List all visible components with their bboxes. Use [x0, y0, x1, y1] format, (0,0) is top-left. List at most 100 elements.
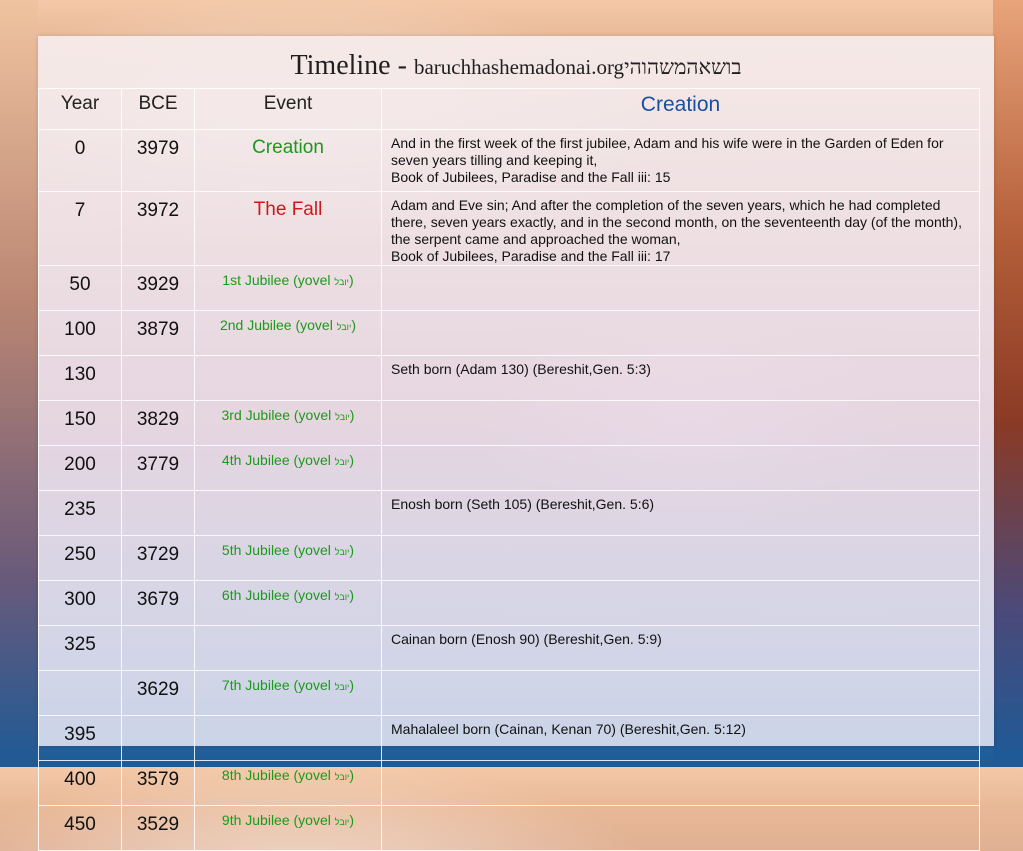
title-site: baruchhashemadonai.org: [413, 55, 625, 79]
title-hebrew: בושאהמשהוהי: [624, 55, 742, 79]
table-row: 325 Cainan born (Enosh 90) (Bereshit,Gen.…: [38, 625, 980, 671]
cell-note: [381, 445, 980, 491]
cell-event: Creation: [194, 129, 382, 192]
table-row: 3629 7th Jubilee (yovel יובל): [38, 670, 980, 716]
cell-event: 3rd Jubilee (yovel יובל): [194, 400, 382, 446]
cell-bce: 3879: [121, 310, 195, 356]
table-row: 400 3579 8th Jubilee (yovel יובל): [38, 760, 980, 806]
event-label: 1st Jubilee (yovel: [222, 272, 335, 288]
cell-year: 250: [38, 535, 122, 581]
cell-year: 130: [38, 355, 122, 401]
cell-year: 50: [38, 265, 122, 311]
event-label: 7th Jubilee (yovel: [221, 677, 335, 693]
cell-bce: [121, 355, 195, 401]
cell-note: Seth born (Adam 130) (Bereshit,Gen. 5:3): [381, 355, 980, 401]
event-close: ): [351, 317, 357, 333]
event-close: ): [349, 407, 355, 423]
event-hebrew: יובל: [334, 547, 350, 557]
event-hebrew: יובל: [334, 457, 350, 467]
cell-year: 150: [38, 400, 122, 446]
table-row: 150 3829 3rd Jubilee (yovel יובל): [38, 400, 980, 446]
event-close: ): [349, 767, 355, 783]
cell-note: Enosh born (Seth 105) (Bereshit,Gen. 5:6…: [381, 490, 980, 536]
slide-title: Timeline - baruchhashemadonai.orgבושאהמש…: [38, 50, 994, 82]
cell-year: 7: [38, 191, 122, 266]
header-bce: BCE: [121, 88, 195, 130]
cell-year: 100: [38, 310, 122, 356]
timeline-table: Year BCE Event Creation 0 3979 Creation And…: [38, 88, 980, 851]
cell-bce: 3972: [121, 191, 195, 266]
table-row: 450 3529 9th Jubilee (yovel יובל): [38, 805, 980, 851]
cell-bce: 3629: [121, 670, 195, 716]
cell-year: 300: [38, 580, 122, 626]
header-creation: Creation: [381, 88, 980, 130]
cell-bce: [121, 490, 195, 536]
cell-note: [381, 535, 980, 581]
cell-note: Adam and Eve sin; And after the completi…: [381, 191, 980, 266]
cell-note: Mahalaleel born (Cainan, Kenan 70) (Bere…: [381, 715, 980, 761]
cell-year: 400: [38, 760, 122, 806]
cell-year: 450: [38, 805, 122, 851]
cell-year: 235: [38, 490, 122, 536]
cell-bce: 3979: [121, 129, 195, 192]
cell-note: [381, 805, 980, 851]
cell-bce: 3829: [121, 400, 195, 446]
cell-note: And in the first week of the first jubil…: [381, 129, 980, 192]
cell-bce: [121, 715, 195, 761]
cell-year: 0: [38, 129, 122, 192]
cell-bce: 3529: [121, 805, 195, 851]
cell-event: The Fall: [194, 191, 382, 266]
event-close: ): [349, 452, 355, 468]
cell-event: 4th Jubilee (yovel יובל): [194, 445, 382, 491]
cell-year: 200: [38, 445, 122, 491]
event-hebrew: יובל: [334, 772, 350, 782]
cell-event: 2nd Jubilee (yovel יובל): [194, 310, 382, 356]
event-close: ): [349, 812, 355, 828]
event-label: 9th Jubilee (yovel: [221, 812, 335, 828]
cell-event: [194, 490, 382, 536]
event-close: ): [349, 272, 354, 288]
cell-bce: 3779: [121, 445, 195, 491]
event-hebrew: יובל: [334, 682, 350, 692]
table-row: 100 3879 2nd Jubilee (yovel יובל): [38, 310, 980, 356]
event-hebrew: יובל: [335, 412, 350, 422]
event-label: 3rd Jubilee (yovel: [221, 407, 336, 423]
event-label: 2nd Jubilee (yovel: [219, 317, 337, 333]
event-label: 4th Jubilee (yovel: [221, 452, 335, 468]
cell-event: [194, 625, 382, 671]
event-hebrew: יובל: [336, 322, 352, 332]
cell-year: 325: [38, 625, 122, 671]
table-row: 250 3729 5th Jubilee (yovel יובל): [38, 535, 980, 581]
event-label: 8th Jubilee (yovel: [221, 767, 335, 783]
cell-event: 9th Jubilee (yovel יובל): [194, 805, 382, 851]
title-main: Timeline -: [290, 50, 414, 81]
event-hebrew: יובל: [334, 277, 350, 287]
cell-bce: [121, 625, 195, 671]
cell-note: Cainan born (Enosh 90) (Bereshit,Gen. 5:…: [381, 625, 980, 671]
event-hebrew: יובל: [334, 592, 350, 602]
event-label: 5th Jubilee (yovel: [221, 542, 335, 558]
event-label: 6th Jubilee (yovel: [221, 587, 335, 603]
table-row: 395 Mahalaleel born (Cainan, Kenan 70) (B…: [38, 715, 980, 761]
table-row: 130 Seth born (Adam 130) (Bereshit,Gen. 5…: [38, 355, 980, 401]
cell-note: [381, 760, 980, 806]
cell-bce: 3679: [121, 580, 195, 626]
event-close: ): [349, 587, 355, 603]
slide-panel: Timeline - baruchhashemadonai.orgבושאהמש…: [38, 36, 994, 851]
event-hebrew: יובל: [334, 817, 350, 827]
table-row: 235 Enosh born (Seth 105) (Bereshit,Gen. …: [38, 490, 980, 536]
cell-event: 7th Jubilee (yovel יובל): [194, 670, 382, 716]
background-left-band: [0, 0, 38, 767]
cell-event: 6th Jubilee (yovel יובל): [194, 580, 382, 626]
table-row: 7 3972 The Fall Adam and Eve sin; And after…: [38, 191, 980, 266]
event-close: ): [349, 677, 355, 693]
cell-event: [194, 715, 382, 761]
background-right-band: [993, 0, 1023, 767]
table-row: 50 3929 1st Jubilee (yovel יובל): [38, 265, 980, 311]
cell-note: [381, 310, 980, 356]
cell-bce: 3929: [121, 265, 195, 311]
event-close: ): [349, 542, 355, 558]
cell-bce: 3579: [121, 760, 195, 806]
cell-year: 395: [38, 715, 122, 761]
cell-note: [381, 400, 980, 446]
